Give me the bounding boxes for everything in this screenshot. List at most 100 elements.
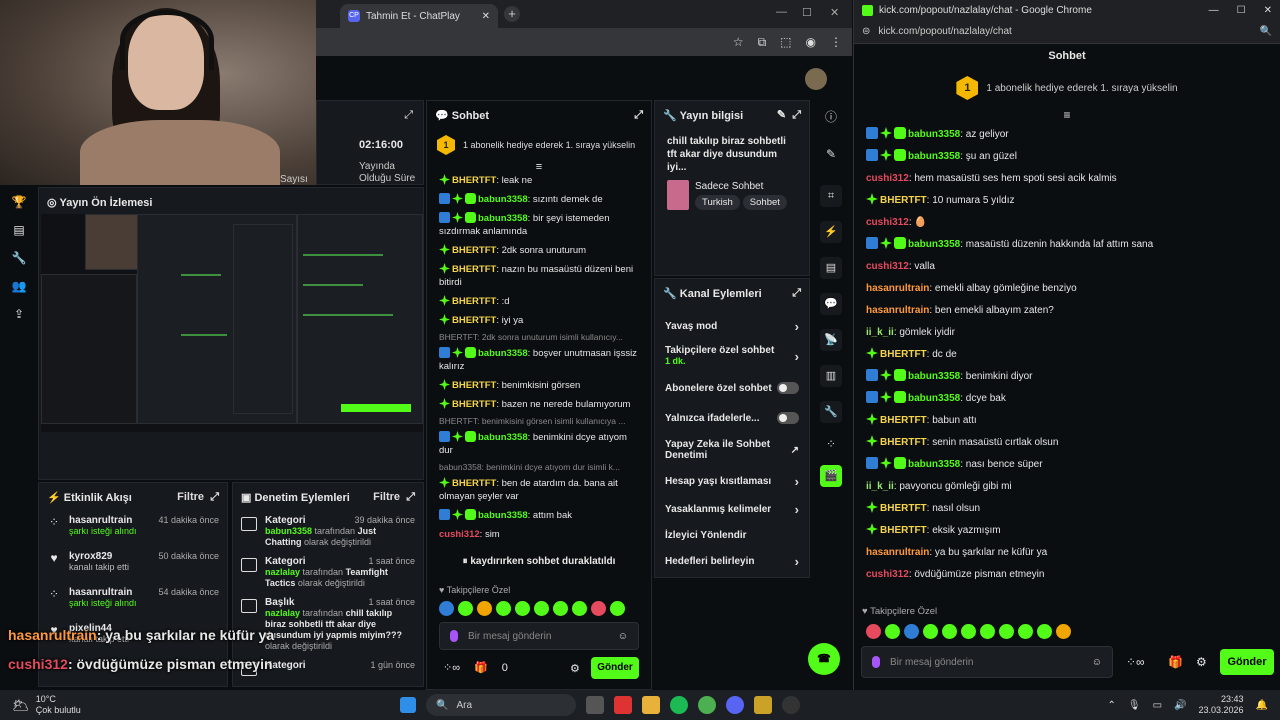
chat-message[interactable]: BHERTFT: 2dk sonra unuturum: [427, 241, 651, 260]
emote[interactable]: [610, 601, 625, 616]
chevron-up-icon[interactable]: ⌃: [1108, 700, 1116, 711]
mic-tray-icon[interactable]: 🎙: [1128, 700, 1141, 711]
chrome-icon[interactable]: [698, 696, 716, 714]
expand-icon[interactable]: ⤢: [634, 109, 643, 122]
tag-chip[interactable]: Sohbet: [742, 194, 787, 210]
chat-message[interactable]: BHERTFT: benimkisini görsen: [427, 376, 651, 395]
emote[interactable]: [515, 601, 530, 616]
chat-username[interactable]: BHERTFT: [880, 437, 927, 448]
chat-username[interactable]: cushi312: [866, 569, 909, 580]
address-bar[interactable]: ☆ ⧉ ⬚ ◉ ⋮: [316, 28, 852, 56]
chat-message[interactable]: babun3358: benimkini diyor: [854, 366, 1280, 388]
channel-action-item[interactable]: İzleyici Yönlendir: [655, 523, 809, 547]
close-icon[interactable]: ✕: [482, 11, 490, 22]
moderation-item[interactable]: Kategori 39 dakika önce babun3358 tarafınd…: [233, 511, 423, 552]
close-window-icon[interactable]: ✕: [830, 6, 839, 19]
pencil-icon[interactable]: ✎: [826, 147, 836, 161]
broadcast-icon[interactable]: 📡: [820, 329, 842, 351]
notification-icon[interactable]: 🔔: [1256, 700, 1268, 711]
chat-username[interactable]: BHERTFT: [452, 315, 496, 326]
chat-username[interactable]: babun3358: [478, 432, 528, 443]
close-icon[interactable]: ✕: [1264, 5, 1272, 16]
bolt-icon[interactable]: ⚡: [820, 221, 842, 243]
info-icon[interactable]: ⓘ: [825, 108, 837, 125]
tag-chip[interactable]: Turkish: [695, 194, 740, 210]
site-settings-icon[interactable]: ⊜: [862, 26, 870, 37]
chat-message[interactable]: hasanrultrain: emekli albay gömleğine be…: [854, 278, 1280, 300]
wrench-icon[interactable]: 🔧: [820, 401, 842, 423]
emote[interactable]: [477, 601, 492, 616]
chat-message[interactable]: babun3358: az geliyor: [854, 124, 1280, 146]
feed-filter-button[interactable]: Filtre: [177, 491, 204, 503]
chat-message[interactable]: ii_k_ii: gömlek iyidir: [854, 322, 1280, 344]
obs-icon[interactable]: [782, 696, 800, 714]
edit-icon[interactable]: ✎: [777, 109, 786, 121]
chat-message[interactable]: cushi312: övdüğümüze pisman etmeyin: [854, 564, 1280, 586]
chat-message[interactable]: BHERTFT: babun attı: [854, 410, 1280, 432]
chat-username[interactable]: babun3358: [478, 348, 528, 359]
settings-icon[interactable]: ⚙: [1196, 655, 1207, 669]
chat-username[interactable]: hasanrultrain: [866, 305, 929, 316]
popout-address-bar[interactable]: ⊜ kick.com/popout/nazlalay/chat 🔍: [854, 20, 1280, 44]
menu-icon[interactable]: ⋮: [830, 35, 842, 50]
collapse-icon[interactable]: ≡: [854, 108, 1280, 122]
maximize-icon[interactable]: ☐: [802, 6, 812, 19]
chat-message[interactable]: babun3358: dcye bak: [854, 388, 1280, 410]
emote[interactable]: [1037, 624, 1052, 639]
users-icon[interactable]: 👥: [12, 279, 27, 293]
emoji-icon[interactable]: ☺: [618, 631, 628, 642]
toggle-switch[interactable]: [777, 412, 799, 424]
expand-icon[interactable]: ⤢: [406, 491, 415, 503]
emote[interactable]: [439, 601, 454, 616]
chat-input[interactable]: Bir mesaj gönderin ☺: [861, 646, 1113, 678]
minimize-icon[interactable]: —: [1209, 5, 1219, 16]
doc-icon[interactable]: ▤: [820, 257, 842, 279]
chat-message[interactable]: BHERTFT: eksik yazmışım: [854, 520, 1280, 542]
emote[interactable]: [980, 624, 995, 639]
chat-message[interactable]: BHERTFT: :d: [427, 292, 651, 311]
profile-icon[interactable]: ◉: [806, 35, 816, 50]
emote[interactable]: [942, 624, 957, 639]
support-button[interactable]: ☎: [808, 643, 840, 675]
expand-icon[interactable]: ⤢: [792, 109, 801, 121]
moderation-item[interactable]: Kategori 1 saat önce nazlalay tarafından T…: [233, 552, 423, 593]
chat-username[interactable]: cushi312: [866, 173, 909, 184]
chat-username[interactable]: hasanrultrain: [866, 283, 929, 294]
task-view-icon[interactable]: [586, 696, 604, 714]
channel-action-item[interactable]: Yapay Zeka ile Sohbet Denetimi ↗: [655, 433, 809, 467]
mic-icon[interactable]: [450, 630, 458, 642]
chat-message[interactable]: cushi312: hem masaüstü ses hem spoti ses…: [854, 168, 1280, 190]
emote[interactable]: [553, 601, 568, 616]
chat-message[interactable]: hasanrultrain: ya bu şarkılar ne küfür y…: [854, 542, 1280, 564]
trophy-icon[interactable]: 🏆: [12, 195, 27, 209]
feed-item[interactable]: ⁘ hasanrultrain şarkı isteği alındı 54 daki…: [39, 583, 227, 619]
chat-username[interactable]: BHERTFT: [880, 195, 927, 206]
network-icon[interactable]: ▭: [1153, 700, 1162, 711]
emote[interactable]: [866, 624, 881, 639]
mic-icon[interactable]: [872, 656, 880, 668]
layout-icon[interactable]: ▤: [13, 223, 24, 237]
toggle-switch[interactable]: [777, 382, 799, 394]
emote[interactable]: [999, 624, 1014, 639]
chat-message[interactable]: babun3358: attım bak: [427, 506, 651, 525]
feed-item[interactable]: ♥ kyrox829 kanalı takip etti 50 dakika önce: [39, 547, 227, 583]
chat-username[interactable]: hasanrultrain: [866, 547, 929, 558]
upload-icon[interactable]: ⇪: [14, 307, 24, 321]
community-icon[interactable]: ⁘: [826, 437, 836, 451]
chat-message[interactable]: BHERTFT: leak ne: [427, 171, 651, 190]
chat-username[interactable]: BHERTFT: [880, 503, 927, 514]
gift-icon[interactable]: 🎁: [474, 661, 488, 674]
channel-action-item[interactable]: Yasaklanmış kelimeler ›: [655, 495, 809, 523]
crop-icon[interactable]: ⌗: [820, 185, 842, 207]
windows-start-icon[interactable]: [400, 697, 416, 713]
chat-username[interactable]: babun3358: [908, 393, 960, 404]
app-icon[interactable]: [614, 696, 632, 714]
chat-message[interactable]: babun3358: nası bence süper: [854, 454, 1280, 476]
chat-message[interactable]: cushi312: 🥚: [854, 212, 1280, 234]
emote[interactable]: [885, 624, 900, 639]
folder-icon[interactable]: [642, 696, 660, 714]
settings-icon[interactable]: ⚙: [570, 662, 580, 675]
zoom-icon[interactable]: 🔍: [1260, 26, 1272, 37]
pinned-gift-banner[interactable]: 1 1 abonelik hediye ederek 1. sıraya yük…: [854, 68, 1280, 108]
volume-icon[interactable]: 🔊: [1174, 700, 1186, 711]
